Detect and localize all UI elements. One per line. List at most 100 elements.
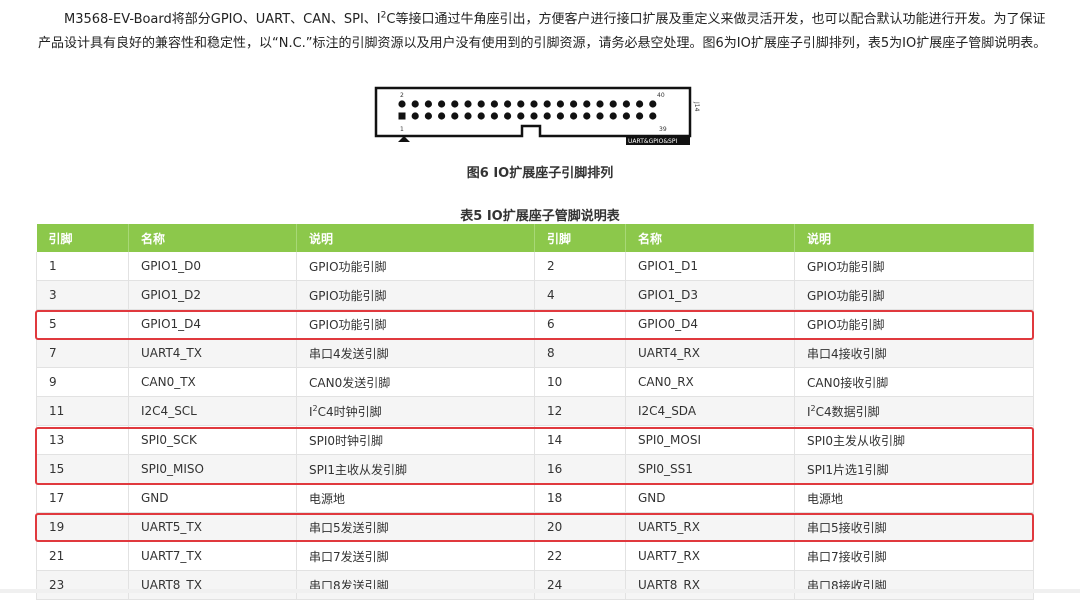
cell-desc: GPIO功能引脚 xyxy=(794,252,1034,281)
cell-desc: CAN0发送引脚 xyxy=(296,367,535,397)
cell-desc: GPIO功能引脚 xyxy=(794,280,1034,310)
connector-pin xyxy=(570,100,578,108)
pin2-label: 2 xyxy=(400,92,404,99)
cell-name: GPIO0_D4 xyxy=(625,309,795,339)
connector-pin xyxy=(556,112,564,120)
cell-desc: I2C4数据引脚 xyxy=(794,396,1034,426)
connector-label: UART&GPIO&SPI xyxy=(628,138,677,145)
connector-pin xyxy=(596,112,604,120)
connector-pin xyxy=(530,112,538,120)
connector-pin xyxy=(636,112,644,120)
cell-name: SPI0_MOSI xyxy=(625,425,795,455)
table-row: 9 CAN0_TX CAN0发送引脚 10 CAN0_RX CAN0接收引脚 xyxy=(36,367,1034,397)
cell-desc: GPIO功能引脚 xyxy=(296,309,535,339)
connector-pin xyxy=(543,100,551,108)
intro-paragraph: M3568-EV-Board将部分GPIO、UART、CAN、SPI、I2C等接… xyxy=(38,8,1048,56)
header-pin: 引脚 xyxy=(534,224,626,252)
cell-pin: 14 xyxy=(534,425,626,455)
connector-pin xyxy=(398,100,406,108)
connector-pin xyxy=(424,112,432,120)
cell-pin: 10 xyxy=(534,367,626,397)
connector-pin xyxy=(622,100,630,108)
table-row: 7 UART4_TX 串口4发送引脚 8 UART4_RX 串口4接收引脚 xyxy=(36,338,1034,368)
cell-desc: 电源地 xyxy=(794,483,1034,513)
table-body: 1 GPIO1_D0 GPIO功能引脚 2 GPIO1_D1 GPIO功能引脚 3 GPIO1… xyxy=(36,252,1034,600)
cell-desc: 串口7发送引脚 xyxy=(296,541,535,571)
cell-name: SPI0_SCK xyxy=(128,425,297,455)
cell-name: GPIO1_D2 xyxy=(128,280,297,310)
cell-pin: 15 xyxy=(36,454,129,484)
cell-pin: 24 xyxy=(534,570,626,600)
pin40-label: 40 xyxy=(657,92,665,99)
cell-pin: 7 xyxy=(36,338,129,368)
cell-desc: SPI1主收从发引脚 xyxy=(296,454,535,484)
cell-name: GND xyxy=(625,483,795,513)
connector-pin xyxy=(451,112,459,120)
connector-pin xyxy=(477,112,485,120)
header-desc: 说明 xyxy=(296,224,535,252)
connector-pin xyxy=(490,100,498,108)
table-row: 11 I2C4_SCL I2C4时钟引脚 12 I2C4_SDA I2C4数据引脚 xyxy=(36,396,1034,426)
connector-pin xyxy=(477,100,485,108)
cell-desc: 串口7接收引脚 xyxy=(794,541,1034,571)
connector-pin xyxy=(543,112,551,120)
cell-pin: 5 xyxy=(36,309,129,339)
cell-pin: 2 xyxy=(534,252,626,281)
table-row: 5 GPIO1_D4 GPIO功能引脚 6 GPIO0_D4 GPIO功能引脚 xyxy=(36,309,1034,339)
connector-shell xyxy=(374,86,692,138)
connector-pin xyxy=(596,100,604,108)
cell-desc: 电源地 xyxy=(296,483,535,513)
cell-name: SPI0_MISO xyxy=(128,454,297,484)
cell-name: SPI0_SS1 xyxy=(625,454,795,484)
table-header-row: 引脚 名称 说明 引脚 名称 说明 xyxy=(36,224,1034,252)
cell-name: UART4_RX xyxy=(625,338,795,368)
header-name: 名称 xyxy=(625,224,795,252)
intro-text-1: M3568-EV-Board将部分GPIO、UART、CAN、SPI、I xyxy=(64,12,381,27)
connector-pin xyxy=(438,100,446,108)
cell-pin: 18 xyxy=(534,483,626,513)
cell-name: CAN0_RX xyxy=(625,367,795,397)
figure-caption: 图6 IO扩展座子引脚排列 xyxy=(466,166,614,181)
connector-pin xyxy=(649,112,657,120)
cell-desc: SPI0时钟引脚 xyxy=(296,425,535,455)
cell-desc-suffix: C4时钟引脚 xyxy=(317,404,382,419)
connector-diagram: 2 40 1 39 J14 UART&GPIO&SPI xyxy=(370,84,700,150)
cell-pin: 21 xyxy=(36,541,129,571)
cell-name: UART8_TX xyxy=(128,570,297,600)
connector-pin xyxy=(504,112,512,120)
cell-pin: 6 xyxy=(534,309,626,339)
cell-name: I2C4_SCL xyxy=(128,396,297,426)
cell-name: I2C4_SDA xyxy=(625,396,795,426)
cell-pin: 3 xyxy=(36,280,129,310)
bottom-scroll-strip xyxy=(0,589,1080,593)
connector-pin xyxy=(451,100,459,108)
cell-pin: 17 xyxy=(36,483,129,513)
pin39-label: 39 xyxy=(659,126,667,133)
table-row: 1 GPIO1_D0 GPIO功能引脚 2 GPIO1_D1 GPIO功能引脚 xyxy=(36,252,1034,281)
table-row: 15 SPI0_MISO SPI1主收从发引脚 16 SPI0_SS1 SPI1片选1引脚 xyxy=(36,454,1034,484)
connector-pin xyxy=(609,100,617,108)
cell-name: GPIO1_D1 xyxy=(625,252,795,281)
cell-pin: 22 xyxy=(534,541,626,571)
cell-pin: 13 xyxy=(36,425,129,455)
cell-name: UART8_RX xyxy=(625,570,795,600)
cell-desc: GPIO功能引脚 xyxy=(296,252,535,281)
table-row: 23 UART8_TX 串口8发送引脚 24 UART8_RX 串口8接收引脚 xyxy=(36,570,1034,600)
pin1-label: 1 xyxy=(400,126,404,133)
cell-name: UART5_TX xyxy=(128,512,297,542)
cell-pin: 12 xyxy=(534,396,626,426)
cell-desc: SPI1片选1引脚 xyxy=(794,454,1034,484)
header-name: 名称 xyxy=(128,224,297,252)
connector-pin xyxy=(398,112,406,120)
cell-pin: 8 xyxy=(534,338,626,368)
cell-desc: 串口4发送引脚 xyxy=(296,338,535,368)
cell-name: UART7_RX xyxy=(625,541,795,571)
connector-pin xyxy=(517,100,525,108)
connector-pin xyxy=(570,112,578,120)
table-row: 19 UART5_TX 串口5发送引脚 20 UART5_RX 串口5接收引脚 xyxy=(36,512,1034,542)
connector-pin xyxy=(636,100,644,108)
table-row: 21 UART7_TX 串口7发送引脚 22 UART7_RX 串口7接收引脚 xyxy=(36,541,1034,571)
connector-pin xyxy=(424,100,432,108)
cell-name: UART7_TX xyxy=(128,541,297,571)
connector-pin xyxy=(411,112,419,120)
